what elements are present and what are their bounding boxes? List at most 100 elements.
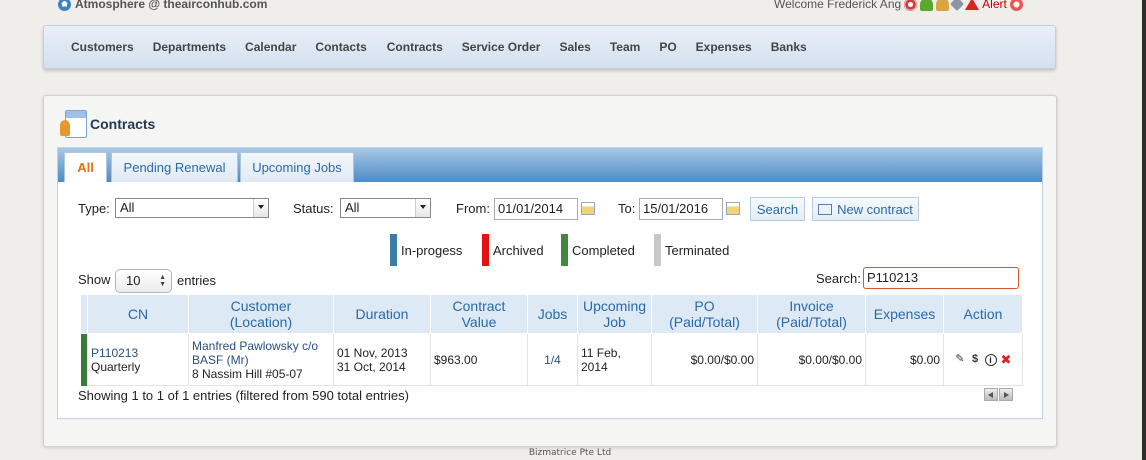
page-title: Contracts	[60, 110, 155, 138]
site-link[interactable]: Atmosphere @ theairconhub.com	[58, 0, 267, 11]
legend-label: Archived	[493, 242, 544, 258]
col-duration[interactable]: Duration	[333, 294, 431, 334]
nav-expenses[interactable]: Expenses	[696, 40, 752, 54]
calendar-icon[interactable]	[581, 202, 595, 215]
col-customer[interactable]: Customer (Location)	[188, 294, 334, 334]
help-icon[interactable]	[1009, 0, 1023, 11]
legend-in-progress: In-progess	[390, 234, 462, 266]
tab-upcoming-jobs[interactable]: Upcoming Jobs	[240, 152, 354, 182]
table-search-label: Search:	[816, 271, 861, 286]
window-edge	[1142, 0, 1146, 460]
legend-swatch	[654, 234, 661, 266]
table-search-input[interactable]: P110213	[863, 267, 1019, 289]
legend-archived: Archived	[482, 234, 544, 266]
status-strip	[80, 333, 88, 386]
target-icon[interactable]	[904, 0, 918, 11]
site-name[interactable]: Atmosphere @ theairconhub.com	[75, 0, 267, 11]
cn-type: Quarterly	[91, 359, 141, 374]
tools-icon[interactable]	[950, 0, 965, 12]
col-jobs[interactable]: Jobs	[527, 294, 578, 334]
filter-row: Type: All Status: All From: 01/01/2014 T…	[78, 197, 1038, 221]
top-bar: Atmosphere @ theairconhub.com Welcome Fr…	[0, 0, 1140, 16]
nav-departments[interactable]: Departments	[153, 40, 226, 54]
cell-cn: P110213 Quarterly	[87, 333, 189, 386]
jobs-link[interactable]: 1/4	[544, 353, 561, 367]
new-contract-button[interactable]: New contract	[812, 197, 919, 221]
alert-icon[interactable]	[965, 0, 980, 10]
dollar-icon[interactable]: $	[970, 354, 981, 365]
legend-swatch	[390, 234, 397, 266]
legend-swatch	[482, 234, 489, 266]
col-cn[interactable]: CN	[87, 294, 189, 334]
customer-link[interactable]: Manfred Pawlowsky c/o BASF (Mr)	[192, 339, 318, 367]
cell-customer: Manfred Pawlowsky c/o BASF (Mr) 8 Nassim…	[188, 333, 334, 386]
page-length-select[interactable]: 10 ▲ ▼	[115, 269, 172, 293]
edit-icon[interactable]: ✎	[955, 354, 966, 365]
nav-team[interactable]: Team	[610, 40, 640, 54]
to-date-input[interactable]: 15/01/2016	[639, 198, 723, 220]
col-action: Action	[943, 294, 1023, 334]
alert-link[interactable]: Alert	[982, 0, 1007, 11]
pagination	[984, 388, 1013, 401]
calendar-icon[interactable]	[726, 202, 740, 215]
duration-end: 31 Oct, 2014	[337, 359, 406, 374]
page-length-value: 10	[126, 273, 141, 288]
table-info: Showing 1 to 1 of 1 entries (filtered fr…	[78, 388, 409, 403]
main-nav: Customers Departments Calendar Contacts …	[43, 25, 1056, 69]
show-label: Show	[78, 272, 111, 287]
col-expenses[interactable]: Expenses	[865, 294, 944, 334]
info-icon[interactable]: i	[984, 353, 997, 366]
cell-po: $0.00/$0.00	[651, 333, 758, 386]
table-header-row: CN Customer (Location) Duration Contract V…	[80, 294, 1023, 334]
next-page-icon[interactable]	[999, 388, 1013, 401]
legend-swatch	[561, 234, 568, 266]
cell-contract-value: $963.00	[430, 333, 528, 386]
delete-icon[interactable]: ✖	[1001, 353, 1012, 366]
table-row: P110213 Quarterly Manfred Pawlowsky c/o …	[80, 333, 1023, 386]
new-contract-icon	[818, 203, 833, 215]
col-invoice[interactable]: Invoice (Paid/Total)	[757, 294, 866, 334]
user-icon[interactable]	[920, 0, 934, 11]
nav-banks[interactable]: Banks	[771, 40, 807, 54]
user-settings-icon[interactable]	[936, 0, 950, 11]
nav-po[interactable]: PO	[659, 40, 676, 54]
nav-service-order[interactable]: Service Order	[462, 40, 541, 54]
type-select[interactable]: All	[115, 198, 269, 218]
legend-label: Completed	[572, 242, 635, 258]
user-area: Welcome Frederick Ang Alert	[774, 0, 1023, 12]
search-button[interactable]: Search	[750, 197, 805, 221]
col-contract-value[interactable]: Contract Value	[430, 294, 528, 334]
entries-label: entries	[177, 273, 217, 288]
legend-terminated: Terminated	[654, 234, 729, 266]
status-select[interactable]: All	[340, 198, 431, 218]
legend-completed: Completed	[561, 234, 635, 266]
type-label: Type:	[78, 201, 110, 216]
welcome-text: Welcome Frederick Ang	[774, 0, 902, 11]
legend-label: In-progess	[401, 242, 463, 258]
status-column-header	[80, 294, 88, 334]
cell-jobs: 1/4	[527, 333, 578, 386]
tab-bar: All Pending Renewal Upcoming Jobs	[58, 148, 1042, 182]
nav-contacts[interactable]: Contacts	[315, 40, 366, 54]
duration-start: 01 Nov, 2013	[337, 345, 408, 360]
tab-pending-renewal[interactable]: Pending Renewal	[111, 152, 238, 182]
tab-all[interactable]: All	[64, 152, 107, 182]
previous-page-icon[interactable]	[984, 388, 998, 401]
nav-contracts[interactable]: Contracts	[387, 40, 443, 54]
nav-calendar[interactable]: Calendar	[245, 40, 296, 54]
status-legend: In-progess Archived Completed Terminated	[58, 234, 1042, 266]
contracts-panel: Contracts All Pending Renewal Upcoming J…	[43, 95, 1057, 447]
customer-location: 8 Nassim Hill #05-07	[192, 366, 303, 381]
legend-label: Terminated	[665, 242, 730, 258]
contracts-table: CN Customer (Location) Duration Contract V…	[80, 294, 1023, 386]
home-icon	[58, 0, 71, 11]
col-upcoming-job[interactable]: Upcoming Job	[577, 294, 652, 334]
spinner-icon: ▲ ▼	[159, 274, 166, 288]
from-date-input[interactable]: 01/01/2014	[494, 198, 578, 220]
page-title-text: Contracts	[90, 116, 156, 132]
col-po[interactable]: PO (Paid/Total)	[651, 294, 758, 334]
cn-link[interactable]: P110213	[91, 346, 138, 360]
cell-expenses: $0.00	[865, 333, 944, 386]
nav-sales[interactable]: Sales	[559, 40, 590, 54]
nav-customers[interactable]: Customers	[71, 40, 134, 54]
